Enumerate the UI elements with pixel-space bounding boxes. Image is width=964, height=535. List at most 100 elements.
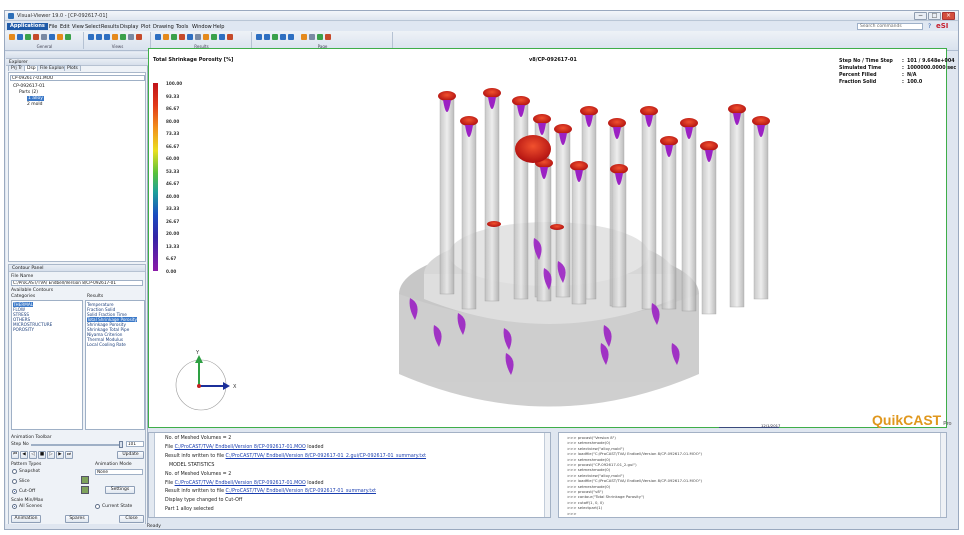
menu-file[interactable]: File — [49, 24, 57, 30]
last-step-icon[interactable] — [288, 34, 294, 40]
play-button[interactable]: ▷ — [47, 451, 55, 459]
menu-window[interactable]: Window — [192, 24, 212, 30]
settings-button[interactable]: Settings — [105, 486, 135, 494]
probe-icon[interactable] — [195, 34, 201, 40]
close-file-icon[interactable] — [33, 34, 39, 40]
pan-icon[interactable] — [136, 34, 142, 40]
first-step-icon[interactable] — [256, 34, 262, 40]
message-file-link[interactable]: C:/ProCAST/TVA/ Endbell/Version 8/CP-092… — [226, 454, 426, 459]
streamline-icon[interactable] — [227, 34, 233, 40]
pattern-snapshot-radio[interactable] — [12, 469, 17, 474]
view-top-icon[interactable] — [96, 34, 102, 40]
zoom-icon[interactable] — [128, 34, 134, 40]
last-frame-button[interactable]: ⏭ — [65, 451, 73, 459]
view-side-icon[interactable] — [104, 34, 110, 40]
menu-view[interactable]: View — [72, 24, 84, 30]
next-step-icon[interactable] — [280, 34, 286, 40]
message-scrollbar[interactable] — [544, 433, 550, 517]
message-file-link[interactable]: C:/ProCAST/TVA/ Endbell/Version 8/CP-092… — [226, 489, 376, 494]
ribbon-group-page: Page — [253, 32, 393, 49]
delete-page-icon[interactable] — [325, 34, 331, 40]
menu-applications[interactable]: Applications — [7, 23, 48, 30]
slice-settings-icon[interactable] — [81, 476, 89, 484]
play-icon[interactable] — [272, 34, 278, 40]
category-item[interactable]: POROSITY — [13, 327, 34, 332]
pattern-types-label: Pattern Types — [11, 462, 42, 467]
menu-tools[interactable]: Tools — [176, 24, 188, 30]
menu-drawing[interactable]: Drawing — [153, 24, 174, 30]
animation-mode-select[interactable]: None — [95, 469, 143, 475]
contour-icon[interactable] — [155, 34, 161, 40]
menu-select[interactable]: Select — [85, 24, 100, 30]
tab-plots[interactable]: Plots — [64, 65, 81, 71]
pattern-cutoff-radio[interactable] — [12, 489, 17, 494]
scale-current-state-radio[interactable] — [95, 504, 100, 509]
new-page-icon[interactable] — [317, 34, 323, 40]
tree-node-parts[interactable]: Parts (2) — [19, 90, 38, 95]
result-item[interactable]: Local Cooling Rate — [87, 342, 126, 347]
message-file-link[interactable]: C:/ProCAST/TVA/ Endbell/Version 8/CP-092… — [175, 481, 306, 486]
page-icon[interactable] — [309, 34, 315, 40]
copy-icon[interactable] — [49, 34, 55, 40]
refresh-icon[interactable] — [25, 34, 31, 40]
panel-close-button[interactable]: Close — [119, 515, 144, 523]
fit-view-icon[interactable] — [112, 34, 118, 40]
animation-button[interactable]: Animation — [11, 515, 41, 523]
step-no-field[interactable]: 101 — [126, 441, 144, 447]
snapshot-icon[interactable] — [57, 34, 63, 40]
next-frame-button[interactable]: ▶ — [56, 451, 64, 459]
case-file-field[interactable]: CP-092617-01.MOO — [10, 75, 145, 81]
first-frame-button[interactable]: ⏮ — [11, 451, 19, 459]
file-name-field[interactable]: C:/ProCAST/TVA/ Endbell/Version 8/CP-092… — [11, 280, 143, 286]
previous-frame-button[interactable]: ◀ — [20, 451, 28, 459]
maximize-button[interactable]: □ — [928, 12, 941, 20]
close-button[interactable]: × — [942, 12, 955, 20]
clip-icon[interactable] — [187, 34, 193, 40]
tree-node-alloy[interactable]: 1 alloy — [27, 96, 44, 101]
scale-all-scenes-radio[interactable] — [12, 504, 17, 509]
menu-edit[interactable]: Edit — [60, 24, 70, 30]
isosurface-icon[interactable] — [171, 34, 177, 40]
update-button[interactable]: Update — [117, 451, 144, 459]
view-front-icon[interactable] — [88, 34, 94, 40]
step-slider-thumb[interactable] — [119, 441, 123, 448]
undo-icon[interactable] — [65, 34, 71, 40]
xy-plot-icon[interactable] — [203, 34, 209, 40]
menu-help[interactable]: Help — [213, 24, 224, 30]
layout-icon[interactable] — [301, 34, 307, 40]
menu-plot[interactable]: Plot — [141, 24, 150, 30]
results-list[interactable]: Temperature Fraction Solid Solid Fractio… — [85, 300, 145, 430]
message-file-link[interactable]: C:/ProCAST/TVA/ Endbell/Version 8/CP-092… — [175, 445, 306, 450]
cutoff-settings-icon[interactable] — [81, 486, 89, 494]
minimize-button[interactable]: − — [914, 12, 927, 20]
previous-step-icon[interactable] — [264, 34, 270, 40]
python-console[interactable]: >>> procast("Version 8") >>> setmeshmode(… — [558, 432, 947, 518]
project-tree: CP-092617-01.MOO CP-092617-01 Parts (2) … — [8, 72, 146, 262]
quikcast-logo: QuikCAST Pro — [872, 412, 952, 428]
graphics-viewport[interactable]: Total Shrinkage Porosity [%] v8/CP-09261… — [148, 48, 956, 428]
particle-icon[interactable] — [219, 34, 225, 40]
help-icon[interactable]: ? — [928, 23, 931, 30]
console-scrollbar[interactable] — [940, 433, 946, 517]
save-icon[interactable] — [17, 34, 23, 40]
categories-list[interactable]: THERMAL FLOW STRESS OTHERS MICROSTRUCTUR… — [11, 300, 83, 430]
spares-button[interactable]: Spares — [65, 515, 89, 523]
tab-project-tree[interactable]: Prj Tr — [8, 65, 26, 71]
rotate-icon[interactable] — [120, 34, 126, 40]
play-reverse-button[interactable]: ◁ — [29, 451, 37, 459]
menu-results[interactable]: Results — [101, 24, 119, 30]
print-icon[interactable] — [41, 34, 47, 40]
legend-icon[interactable] — [211, 34, 217, 40]
search-commands-input[interactable]: Search commands — [857, 23, 923, 30]
contour-panel: Contour Panel File Name C:/ProCAST/TVA/ … — [8, 264, 146, 526]
open-icon[interactable] — [9, 34, 15, 40]
tree-node-mold[interactable]: 2 mold — [27, 102, 43, 107]
pattern-slice-radio[interactable] — [12, 479, 17, 484]
cutoff-icon[interactable] — [179, 34, 185, 40]
hot-spot-cap — [700, 141, 718, 151]
vector-icon[interactable] — [163, 34, 169, 40]
step-slider[interactable] — [31, 444, 123, 446]
stop-button[interactable]: ■ — [38, 451, 46, 459]
menu-display[interactable]: Display — [120, 24, 138, 30]
tree-node-case[interactable]: CP-092617-01 — [13, 84, 45, 89]
